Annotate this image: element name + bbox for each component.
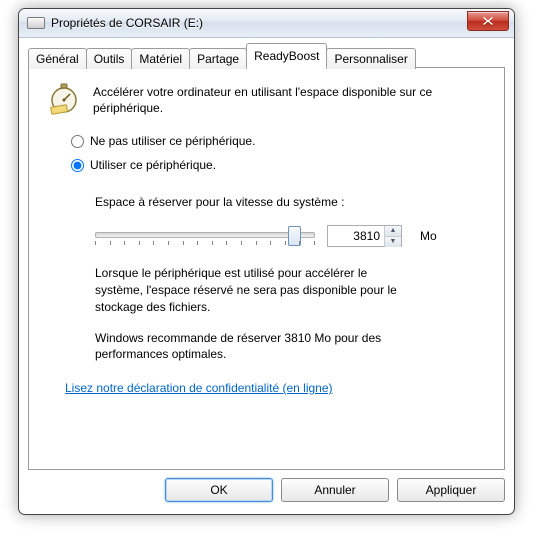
cancel-button[interactable]: Annuler xyxy=(281,478,389,502)
radio-dont-use-input[interactable] xyxy=(71,135,84,148)
spin-down[interactable]: ▼ xyxy=(385,237,401,247)
titlebar[interactable]: Propriétés de CORSAIR (E:) xyxy=(19,9,514,38)
reserve-input[interactable] xyxy=(328,226,384,246)
tab-readyboost[interactable]: ReadyBoost xyxy=(246,43,327,68)
tabstrip: Général Outils Matériel Partage ReadyBoo… xyxy=(28,45,505,68)
reserve-unit: Mo xyxy=(420,228,437,245)
tab-tools[interactable]: Outils xyxy=(86,48,133,69)
reserve-spinbox[interactable]: ▲ ▼ xyxy=(327,225,402,247)
tab-hardware[interactable]: Matériel xyxy=(131,48,190,69)
tab-customize[interactable]: Personnaliser xyxy=(326,48,415,69)
ok-button[interactable]: OK xyxy=(165,478,273,502)
close-button[interactable] xyxy=(467,11,509,31)
intro-text: Accélérer votre ordinateur en utilisant … xyxy=(93,82,486,116)
radio-use[interactable]: Utiliser ce périphérique. xyxy=(71,158,486,172)
drive-icon xyxy=(27,17,45,29)
apply-button[interactable]: Appliquer xyxy=(397,478,505,502)
tabpanel-readyboost: Accélérer votre ordinateur en utilisant … xyxy=(28,67,505,470)
window-title: Propriétés de CORSAIR (E:) xyxy=(51,16,203,30)
radio-dont-use-label: Ne pas utiliser ce périphérique. xyxy=(90,134,255,148)
close-icon xyxy=(482,16,494,26)
note-storage: Lorsque le périphérique est utilisé pour… xyxy=(95,265,415,315)
spin-up[interactable]: ▲ xyxy=(385,226,401,237)
radio-dont-use[interactable]: Ne pas utiliser ce périphérique. xyxy=(71,134,486,148)
note-recommendation: Windows recommande de réserver 3810 Mo p… xyxy=(95,330,415,364)
radio-use-input[interactable] xyxy=(71,159,84,172)
dialog-buttons: OK Annuler Appliquer xyxy=(28,470,505,502)
readyboost-icon xyxy=(47,82,81,116)
reserve-label: Espace à réserver pour la vitesse du sys… xyxy=(95,194,486,211)
properties-dialog: Propriétés de CORSAIR (E:) Général Outil… xyxy=(18,8,515,515)
tab-general[interactable]: Général xyxy=(28,48,87,69)
radio-use-label: Utiliser ce périphérique. xyxy=(90,158,216,172)
tab-sharing[interactable]: Partage xyxy=(189,48,247,69)
reserve-slider[interactable] xyxy=(95,223,315,249)
privacy-link[interactable]: Lisez notre déclaration de confidentiali… xyxy=(65,381,333,395)
